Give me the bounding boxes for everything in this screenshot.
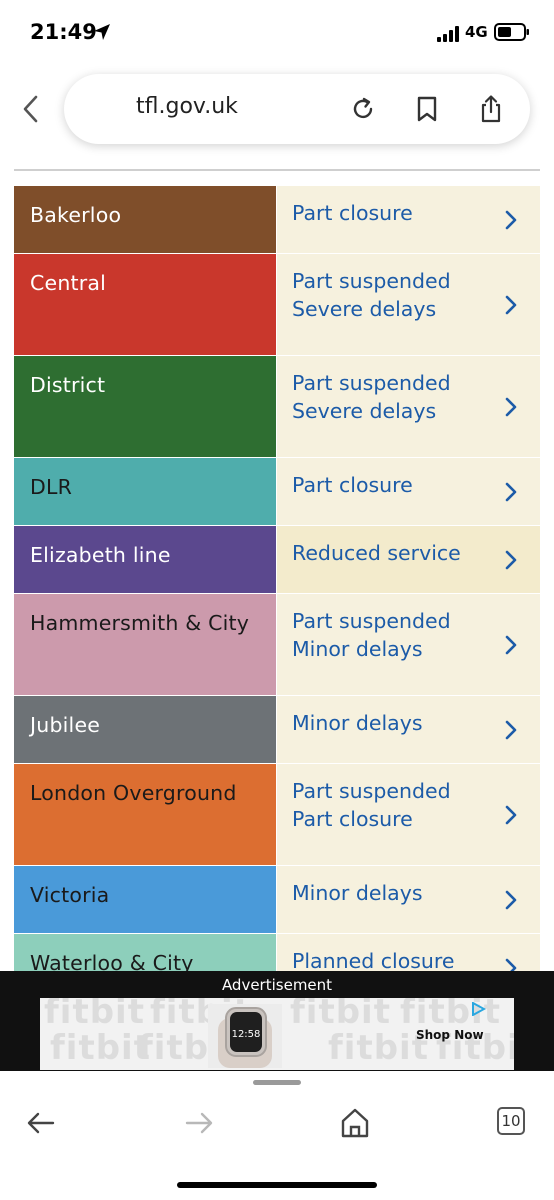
- line-name: Bakerloo: [14, 186, 276, 253]
- share-icon[interactable]: [476, 94, 506, 124]
- status-bar: 21:49 4G: [0, 0, 554, 66]
- line-status[interactable]: Part closure: [276, 458, 540, 525]
- status-time: 21:49: [30, 20, 97, 44]
- smartwatch-image: 12:58: [208, 1004, 282, 1068]
- ad-brand-text: fitbit: [44, 998, 145, 1032]
- line-name: District: [14, 356, 276, 457]
- shop-now-link[interactable]: Shop Now: [416, 1028, 484, 1042]
- address-bar[interactable]: tfl.gov.uk: [64, 74, 530, 144]
- status-text: Reduced service: [292, 541, 461, 565]
- adchoices-icon[interactable]: [470, 1002, 486, 1016]
- chevron-right-icon: [505, 550, 517, 569]
- line-row[interactable]: DLR Part closure: [14, 458, 540, 526]
- bookmark-icon[interactable]: [412, 94, 442, 124]
- line-name: London Overground: [14, 764, 276, 865]
- chevron-right-icon: [505, 890, 517, 909]
- ad-banner[interactable]: fitbit fitbit fitbit fitbit fitbit fitbi…: [40, 998, 514, 1070]
- home-indicator: [177, 1182, 377, 1188]
- line-status[interactable]: Reduced service: [276, 526, 540, 593]
- status-text: Minor delays: [292, 881, 423, 905]
- chevron-right-icon: [505, 635, 517, 654]
- chevron-right-icon: [505, 805, 517, 824]
- line-status[interactable]: Part suspended Minor delays: [276, 594, 540, 695]
- chevron-right-icon: [505, 295, 517, 314]
- browser-back-chevron-icon[interactable]: [18, 92, 44, 126]
- status-text: Part closure: [292, 473, 413, 497]
- advertisement-label: Advertisement: [221, 976, 333, 994]
- chevron-right-icon: [505, 720, 517, 739]
- line-status[interactable]: Part suspended Severe delays: [276, 356, 540, 457]
- network-type: 4G: [465, 23, 488, 41]
- line-name: DLR: [14, 458, 276, 525]
- divider: [14, 169, 540, 171]
- line-status[interactable]: Part closure: [276, 186, 540, 253]
- line-row[interactable]: District Part suspended Severe delays: [14, 356, 540, 458]
- ad-brand-text: fitbit: [290, 998, 391, 1032]
- forward-arrow-icon[interactable]: [182, 1106, 216, 1140]
- line-status[interactable]: Minor delays: [276, 866, 540, 933]
- home-icon[interactable]: [338, 1106, 372, 1140]
- status-text: Part closure: [292, 201, 413, 225]
- line-row[interactable]: Bakerloo Part closure: [14, 186, 540, 254]
- line-status-list: Bakerloo Part closure Central Part suspende…: [14, 186, 540, 1002]
- line-row[interactable]: London Overground Part suspended Part clos…: [14, 764, 540, 866]
- chevron-right-icon: [505, 210, 517, 229]
- line-name: Elizabeth line: [14, 526, 276, 593]
- advertisement: Advertisement fitbit fitbit fitbit fitbi…: [0, 971, 554, 1071]
- toolbar-grabber[interactable]: [253, 1080, 301, 1085]
- watch-time: 12:58: [232, 1029, 261, 1040]
- line-row[interactable]: Victoria Minor delays: [14, 866, 540, 934]
- line-status[interactable]: Part suspended Severe delays: [276, 254, 540, 355]
- status-text: Severe delays: [292, 399, 437, 423]
- ad-brand-text: fitbit: [50, 1028, 151, 1068]
- back-arrow-icon[interactable]: [24, 1106, 58, 1140]
- url-text[interactable]: tfl.gov.uk: [136, 94, 238, 119]
- line-name: Jubilee: [14, 696, 276, 763]
- cellular-signal-icon: [437, 26, 459, 42]
- ad-brand-text: fitbit: [328, 1028, 429, 1068]
- line-row[interactable]: Jubilee Minor delays: [14, 696, 540, 764]
- chevron-right-icon: [505, 397, 517, 416]
- reload-icon[interactable]: [348, 94, 378, 124]
- line-name: Hammersmith & City: [14, 594, 276, 695]
- line-status[interactable]: Part suspended Part closure: [276, 764, 540, 865]
- battery-icon: [494, 23, 529, 41]
- line-status[interactable]: Minor delays: [276, 696, 540, 763]
- chevron-right-icon: [505, 482, 517, 501]
- tabs-button[interactable]: 10: [497, 1107, 525, 1135]
- line-name: Victoria: [14, 866, 276, 933]
- line-name: Central: [14, 254, 276, 355]
- status-text: Severe delays: [292, 297, 437, 321]
- status-text: Minor delays: [292, 711, 423, 735]
- location-arrow-icon: [94, 24, 110, 40]
- line-row[interactable]: Hammersmith & City Part suspended Minor de…: [14, 594, 540, 696]
- line-row[interactable]: Central Part suspended Severe delays: [14, 254, 540, 356]
- line-row[interactable]: Elizabeth line Reduced service: [14, 526, 540, 594]
- status-text: Minor delays: [292, 637, 423, 661]
